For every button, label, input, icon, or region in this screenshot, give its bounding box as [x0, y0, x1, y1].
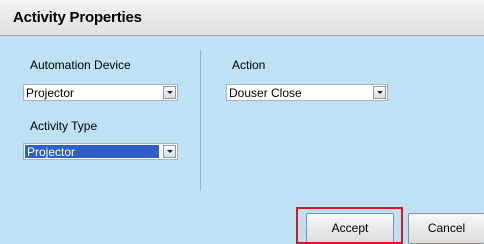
cancel-button[interactable]: Cancel — [408, 213, 484, 244]
activity-type-value: Projector — [25, 145, 159, 159]
action-label: Action — [232, 58, 266, 72]
action-select[interactable]: Douser Close — [226, 84, 388, 101]
activity-type-select[interactable]: Projector — [23, 143, 178, 160]
chevron-down-icon[interactable] — [163, 86, 176, 99]
automation-device-select[interactable]: Projector — [23, 84, 178, 101]
chevron-down-icon[interactable] — [373, 86, 386, 99]
action-value: Douser Close — [229, 86, 302, 100]
accept-highlight-box — [296, 207, 403, 244]
activity-properties-dialog: Activity Properties Automation Device Pr… — [0, 0, 484, 244]
automation-device-label: Automation Device — [30, 58, 131, 72]
column-divider — [200, 50, 201, 191]
dialog-title-bar: Activity Properties — [0, 0, 484, 36]
dialog-title: Activity Properties — [13, 9, 142, 26]
automation-device-value: Projector — [26, 86, 75, 100]
chevron-down-icon[interactable] — [163, 145, 176, 158]
activity-type-label: Activity Type — [30, 119, 98, 133]
